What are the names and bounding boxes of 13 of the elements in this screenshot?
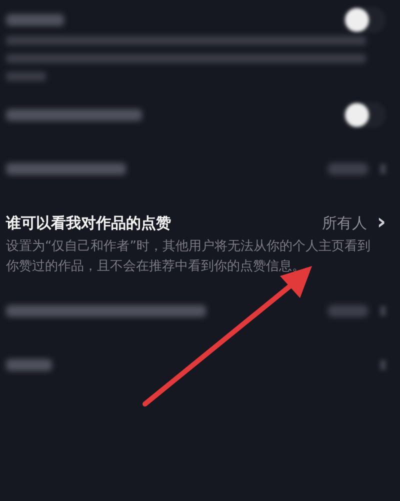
setting-value[interactable]: 所有人 (322, 214, 367, 232)
setting-label: 谁可以看我对作品的点赞 (6, 214, 171, 232)
setting-description: 设置为“仅自己和作者”时，其他用户将无法从你的个人主页看到你赞过的作品，且不会在推荐中看到你的点赞信息。 (6, 238, 372, 276)
blurred-chevron-icon (380, 306, 386, 316)
blurred-text (6, 14, 64, 26)
blurred-chevron-icon (380, 164, 386, 174)
blurred-text (328, 163, 368, 175)
toggle-switch[interactable] (342, 102, 386, 128)
toggle-switch[interactable] (342, 7, 386, 33)
blurred-text (328, 305, 368, 317)
blurred-chevron-icon (380, 360, 386, 370)
chevron[interactable]: › (376, 212, 386, 234)
blurred-text (6, 359, 52, 371)
